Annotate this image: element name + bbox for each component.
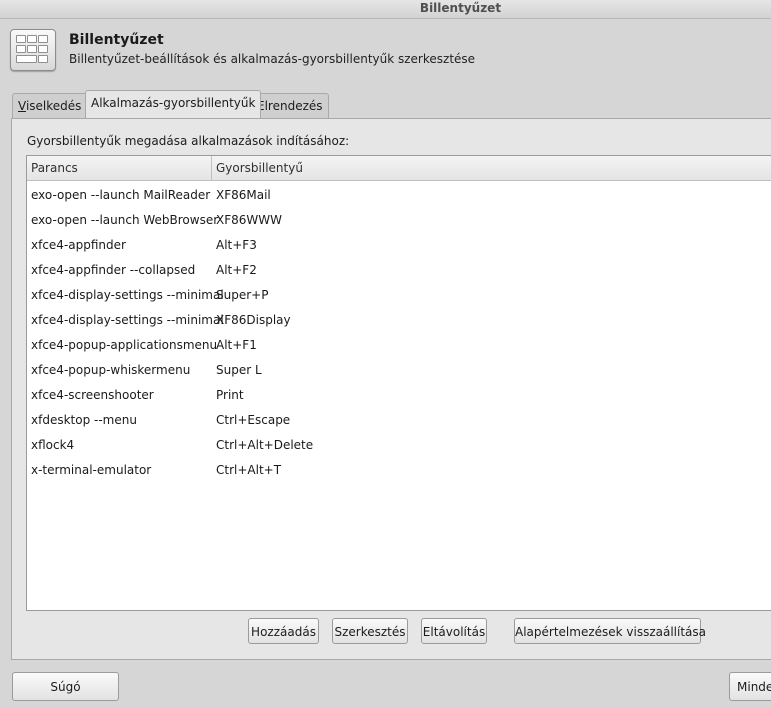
table-row[interactable]: x-terminal-emulator Ctrl+Alt+T [27,458,771,483]
column-header-shortcut[interactable]: Gyorsbillentyű [212,156,771,181]
table-row[interactable]: xfce4-popup-applicationsmenu Alt+F1 [27,333,771,358]
shortcut-cell: Ctrl+Alt+Delete [216,438,314,452]
remove-button[interactable]: Eltávolítás [421,618,487,644]
command-cell: exo-open --launch MailReader [31,188,211,202]
shortcut-cell: XF86WWW [216,213,282,227]
shortcut-cell: Ctrl+Alt+T [216,463,282,477]
reset-defaults-button[interactable]: Alapértelmezések visszaállítása [514,618,706,644]
command-cell: xfce4-display-settings --minimal [31,313,224,327]
shortcut-cell: XF86Mail [216,188,271,202]
tab-label: Alkalmazás-gyorsbillentyűk [91,96,256,110]
window-titlebar[interactable]: Billentyűzet [0,0,771,19]
keyboard-icon [10,29,56,71]
help-button[interactable]: Súgó [12,672,119,701]
table-row[interactable]: xfce4-display-settings --minimal Super+P [27,283,771,308]
command-cell: xflock4 [31,438,75,452]
all-settings-button[interactable]: Minde [729,672,771,701]
command-cell: x-terminal-emulator [31,463,152,477]
shortcut-cell: Alt+F1 [216,338,257,352]
tab-label: Elrendezés [257,99,323,113]
window-title: Billentyűzet [419,1,502,15]
command-cell: xfce4-popup-whiskermenu [31,363,191,377]
command-cell: xfce4-screenshooter [31,388,154,402]
shortcut-cell: Super L [216,363,262,377]
tab-alkalmazas-gyorsbillentyuk[interactable]: Alkalmazás-gyorsbillentyűk [85,90,262,118]
edit-button[interactable]: Szerkesztés [332,618,408,644]
table-row[interactable]: xfce4-appfinder Alt+F3 [27,233,771,258]
command-cell: xfce4-appfinder [31,238,126,252]
shortcut-cell: Ctrl+Escape [216,413,291,427]
column-header-command[interactable]: Parancs [27,156,212,181]
shortcuts-table[interactable]: Parancs Gyorsbillentyű exo-open --launch… [26,155,771,611]
command-cell: xfce4-appfinder --collapsed [31,263,196,277]
add-button[interactable]: Hozzáadás [248,618,319,644]
command-cell: xfdesktop --menu [31,413,137,427]
table-row[interactable]: xflock4 Ctrl+Alt+Delete [27,433,771,458]
shortcut-cell: Alt+F2 [216,263,257,277]
tab-label: iselkedés [25,99,82,113]
command-cell: xfce4-popup-applicationsmenu [31,338,218,352]
dialog-header: Billentyűzet Billentyűzet-beállítások és… [0,19,771,79]
shortcut-cell: Alt+F3 [216,238,257,252]
dialog-title: Billentyűzet [69,32,164,48]
tab-mnemonic: V [18,99,26,113]
shortcut-cell: Super+P [216,288,269,302]
tab-elrendezes[interactable]: Elrendezés [251,93,329,118]
command-cell: xfce4-display-settings --minimal [31,288,224,302]
table-row[interactable]: xfdesktop --menu Ctrl+Escape [27,408,771,433]
dialog-subtitle: Billentyűzet-beállítások és alkalmazás-g… [69,52,476,66]
shortcut-cell: XF86Display [216,313,291,327]
table-row[interactable]: xfce4-appfinder --collapsed Alt+F2 [27,258,771,283]
table-row[interactable]: xfce4-display-settings --minimal XF86Disp… [27,308,771,333]
command-cell: exo-open --launch WebBrowser [31,213,219,227]
shortcut-cell: Print [216,388,244,402]
shortcuts-prompt-label: Gyorsbillentyűk megadása alkalmazások in… [27,134,350,148]
table-row[interactable]: xfce4-popup-whiskermenu Super L [27,358,771,383]
table-row[interactable]: exo-open --launch WebBrowser XF86WWW [27,208,771,233]
table-row[interactable]: xfce4-screenshooter Print [27,383,771,408]
table-row[interactable]: exo-open --launch MailReader XF86Mail [27,183,771,208]
tab-viselkedes[interactable]: Viselkedés [12,93,88,118]
